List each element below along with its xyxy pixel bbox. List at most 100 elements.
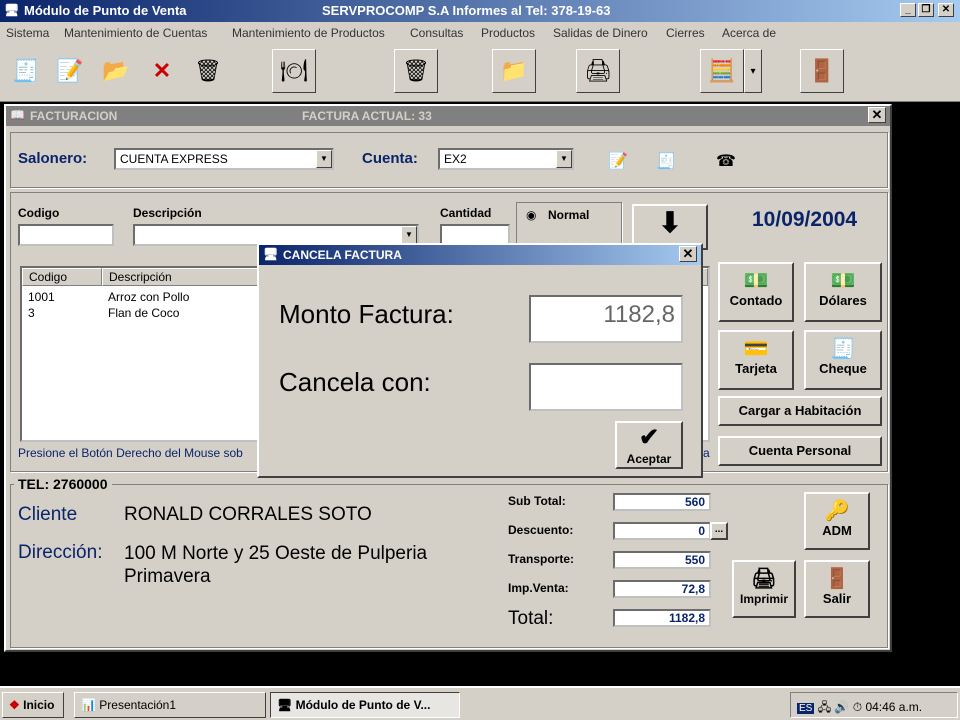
cancela-factura-dialog: 🖥 CANCELA FACTURA ✕ Monto Factura: 1182,…: [257, 243, 703, 478]
cheque-icon: 🧾: [830, 338, 856, 360]
task-pos-label: Módulo de Punto de V...: [295, 698, 431, 712]
menu-bar: Sistema Mantenimiento de Cuentas Manteni…: [0, 22, 960, 44]
tarjeta-button[interactable]: 💳 Tarjeta: [718, 330, 794, 390]
cuenta-personal-button[interactable]: Cuenta Personal: [718, 436, 882, 466]
language-indicator[interactable]: ES: [797, 703, 815, 714]
chevron-down-icon[interactable]: ▼: [556, 150, 572, 168]
radio-normal[interactable]: ◉: [526, 208, 536, 222]
transporte-value: 550: [613, 551, 711, 569]
list-item[interactable]: 3: [28, 306, 35, 320]
cuenta-label: Cuenta:: [362, 150, 418, 167]
imprimir-button[interactable]: 🖨 Imprimir: [732, 560, 796, 618]
menu-consultas[interactable]: Consultas: [410, 26, 463, 40]
menu-cierres[interactable]: Cierres: [666, 26, 705, 40]
dialog-close-button[interactable]: ✕: [679, 246, 697, 262]
notepad-edit-icon[interactable]: 📝: [48, 49, 92, 93]
start-button[interactable]: ❖ Inicio: [2, 692, 64, 718]
presentation-icon: 📊: [81, 698, 96, 712]
menu-sistema[interactable]: Sistema: [6, 26, 49, 40]
exit-door-icon: 🚪: [824, 568, 850, 590]
cargar-habitacion-button[interactable]: Cargar a Habitación: [718, 396, 882, 426]
aceptar-button[interactable]: ✔ Aceptar: [615, 421, 683, 469]
list-item[interactable]: 1001: [28, 290, 55, 304]
salonero-select[interactable]: CUENTA EXPRESS ▼: [114, 148, 334, 170]
cancela-input[interactable]: [529, 363, 683, 411]
calculator-icon[interactable]: 🧮: [700, 49, 744, 93]
dialog-title: CANCELA FACTURA: [283, 248, 402, 262]
chevron-down-icon[interactable]: ▼: [316, 150, 332, 168]
chevron-down-icon[interactable]: ▼: [401, 226, 417, 244]
mouse-hint: Presione el Botón Derecho del Mouse sob: [18, 446, 243, 460]
maximize-button[interactable]: ❐: [918, 3, 934, 17]
start-label: Inicio: [23, 698, 55, 712]
taskbar: ❖ Inicio 📊 Presentación1 🖥 Módulo de Pun…: [0, 686, 960, 720]
total-value: 1182,8: [613, 609, 711, 627]
network-icon[interactable]: 🖧: [818, 700, 831, 714]
credit-card-icon: 💳: [743, 338, 769, 360]
facturacion-title: FACTURACION: [30, 109, 118, 123]
direccion-label: Dirección:: [18, 542, 103, 563]
menu-mant-cuentas[interactable]: Mantenimiento de Cuentas: [64, 26, 207, 40]
direccion-line1: 100 M Norte y 25 Oeste de Pulperia: [124, 543, 428, 564]
register-icon[interactable]: 🧾: [650, 146, 682, 176]
trash-icon[interactable]: 🗑: [394, 49, 438, 93]
speaker-icon[interactable]: 🔊: [834, 700, 849, 714]
adm-button[interactable]: 🔑 ADM: [804, 492, 870, 550]
cliente-label: Cliente: [18, 504, 78, 525]
descuento-more-button[interactable]: ...: [710, 522, 728, 540]
app-icon: 🖥: [277, 698, 293, 712]
contado-button[interactable]: 💵 Contado: [718, 262, 794, 322]
item-codigo: 1001: [28, 290, 55, 304]
direccion-line2: Primavera: [124, 566, 211, 587]
folder-icon[interactable]: 📁: [492, 49, 536, 93]
facturacion-close-button[interactable]: ✕: [868, 107, 886, 123]
phone-icon[interactable]: ☎: [710, 146, 742, 176]
edit-account-icon[interactable]: 📝: [602, 146, 634, 176]
adm-label: ADM: [822, 523, 852, 538]
clock-icon: ⏱: [852, 700, 863, 714]
item-descripcion: Flan de Coco: [108, 306, 180, 320]
book-icon: 📖: [10, 108, 25, 122]
cliente-value: RONALD CORRALES SOTO: [124, 504, 372, 525]
exit-door-icon[interactable]: 🚪: [800, 49, 844, 93]
menu-salidas[interactable]: Salidas de Dinero: [553, 26, 648, 40]
task-presentacion[interactable]: 📊 Presentación1: [74, 692, 266, 718]
codigo-input[interactable]: [18, 224, 114, 246]
task-pos[interactable]: 🖥 Módulo de Punto de V...: [270, 692, 460, 718]
subtotal-value: 560: [613, 493, 711, 511]
contado-label: Contado: [729, 293, 783, 308]
menu-mant-productos[interactable]: Mantenimiento de Productos: [232, 26, 385, 40]
descuento-label: Descuento:: [508, 523, 574, 537]
app-icon: 🖥: [4, 3, 20, 17]
column-codigo[interactable]: Codigo: [22, 268, 102, 286]
menu-acerca[interactable]: Acerca de: [722, 26, 776, 40]
delete-x-icon[interactable]: ✕: [142, 49, 182, 93]
dialog-titlebar: 🖥 CANCELA FACTURA ✕: [259, 245, 701, 265]
menu-productos[interactable]: Productos: [481, 26, 535, 40]
cuenta-select[interactable]: EX2 ▼: [438, 148, 574, 170]
basket-icon[interactable]: 🗑: [186, 49, 230, 93]
customer-tel: TEL: 2760000: [14, 476, 112, 492]
cheque-button[interactable]: 🧾 Cheque: [804, 330, 882, 390]
clock[interactable]: 04:46 a.m.: [865, 700, 922, 714]
keys-icon: 🔑: [824, 500, 850, 522]
close-button[interactable]: ✕: [938, 3, 954, 17]
dropdown-arrow-icon[interactable]: ▾: [744, 49, 762, 93]
item-descripcion: Arroz con Pollo: [108, 290, 190, 304]
products-icon[interactable]: 🍽: [272, 49, 316, 93]
salir-label: Salir: [822, 591, 852, 606]
open-file-icon[interactable]: 📂: [94, 49, 138, 93]
printer-icon: 🖨: [751, 568, 777, 590]
cheque-label: Cheque: [819, 361, 867, 376]
salonero-label: Salonero:: [18, 150, 88, 167]
printer-icon[interactable]: 🖨: [576, 49, 620, 93]
minimize-button[interactable]: _: [900, 3, 916, 17]
facturacion-titlebar: 📖 FACTURACION FACTURA ACTUAL: 33 ✕: [6, 106, 890, 126]
subtotal-label: Sub Total:: [508, 494, 566, 508]
descuento-input[interactable]: 0: [613, 522, 711, 540]
cash-register-icon[interactable]: 🧾: [6, 49, 46, 93]
descripcion-label: Descripción: [133, 206, 202, 220]
dollar-icon: 💵: [830, 270, 856, 292]
salir-button[interactable]: 🚪 Salir: [804, 560, 870, 618]
dolares-button[interactable]: 💵 Dólares: [804, 262, 882, 322]
